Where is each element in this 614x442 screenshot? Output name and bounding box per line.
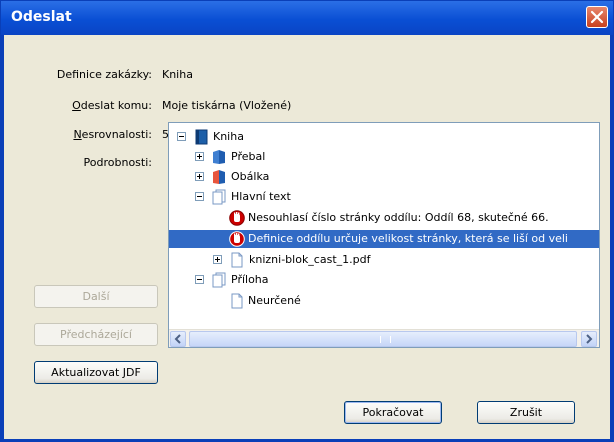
definice-value: Kniha [162, 68, 193, 81]
definice-label: Definice zakázky: [56, 68, 152, 81]
expand-icon[interactable] [195, 152, 204, 161]
red-book-icon [213, 170, 225, 184]
close-button[interactable] [586, 6, 608, 28]
pokracovat-button[interactable]: Pokračovat [344, 401, 442, 424]
pages-icon [212, 272, 226, 288]
tree-item-label: Definice oddílu určuje velikost stránky,… [248, 232, 568, 245]
collapse-icon[interactable] [195, 275, 204, 284]
pages-icon [212, 189, 226, 205]
tree-item-label: Kniha [213, 130, 244, 143]
tree-item-label: knizni-blok_cast_1.pdf [249, 253, 371, 266]
close-icon [590, 10, 604, 24]
horizontal-scrollbar[interactable] [169, 329, 599, 347]
title-bar[interactable]: Odeslat [1, 1, 613, 35]
collapse-icon[interactable] [177, 132, 186, 141]
odeslat-label-text: deslat komu: [80, 99, 152, 112]
dialog-body: Definice zakázky: Kniha Odeslat komu: Mo… [4, 35, 610, 439]
scroll-grip-icon [380, 336, 391, 343]
scroll-left-icon [174, 334, 181, 344]
predchazejici-button[interactable]: Předcházející [34, 323, 158, 346]
nesrovnalosti-label-text: esrovnalosti: [81, 128, 152, 141]
scroll-left-button[interactable] [170, 331, 186, 347]
expand-icon[interactable] [213, 255, 222, 264]
error-hand-icon [229, 210, 245, 226]
tree-item-label: Obálka [231, 170, 270, 183]
book-icon [195, 129, 208, 145]
nesrovnalosti-label-accel: N [73, 128, 82, 141]
podrobnosti-label: Podrobnosti: [83, 156, 152, 169]
scroll-thumb[interactable] [189, 331, 577, 347]
tree-item-label: Hlavní text [231, 190, 291, 203]
error-hand-icon [229, 231, 245, 247]
nesrovnalosti-label: Nesrovnalosti: [42, 128, 152, 141]
details-tree[interactable]: Kniha Přebal Obálka Hlavní text Nesouhla… [168, 122, 600, 348]
odeslat-komu-value: Moje tiskárna (Vložené) [162, 99, 292, 112]
document-icon [231, 252, 243, 268]
scroll-right-button[interactable] [581, 331, 597, 347]
dialog-window: Odeslat Definice zakázky: Kniha Odeslat … [0, 0, 614, 442]
window-title: Odeslat [11, 9, 72, 25]
tree-item-label: Neurčené [248, 294, 301, 307]
odeslat-label-accel: O [72, 99, 81, 112]
blue-book-icon [213, 150, 225, 164]
scroll-right-icon [586, 334, 593, 344]
document-icon [231, 293, 243, 309]
dalsi-button[interactable]: Další [34, 285, 158, 308]
expand-icon[interactable] [195, 172, 204, 181]
tree-item-label: Přebal [231, 150, 266, 163]
tree-item-label: Nesouhlasí číslo stránky oddílu: Oddíl 6… [248, 211, 549, 224]
odeslat-komu-label: Odeslat komu: [42, 99, 152, 112]
collapse-icon[interactable] [195, 192, 204, 201]
zrusit-button[interactable]: Zrušit [477, 401, 575, 424]
aktualizovat-jdf-button[interactable]: Aktualizovat JDF [34, 361, 158, 384]
tree-item-label: Příloha [231, 273, 269, 286]
